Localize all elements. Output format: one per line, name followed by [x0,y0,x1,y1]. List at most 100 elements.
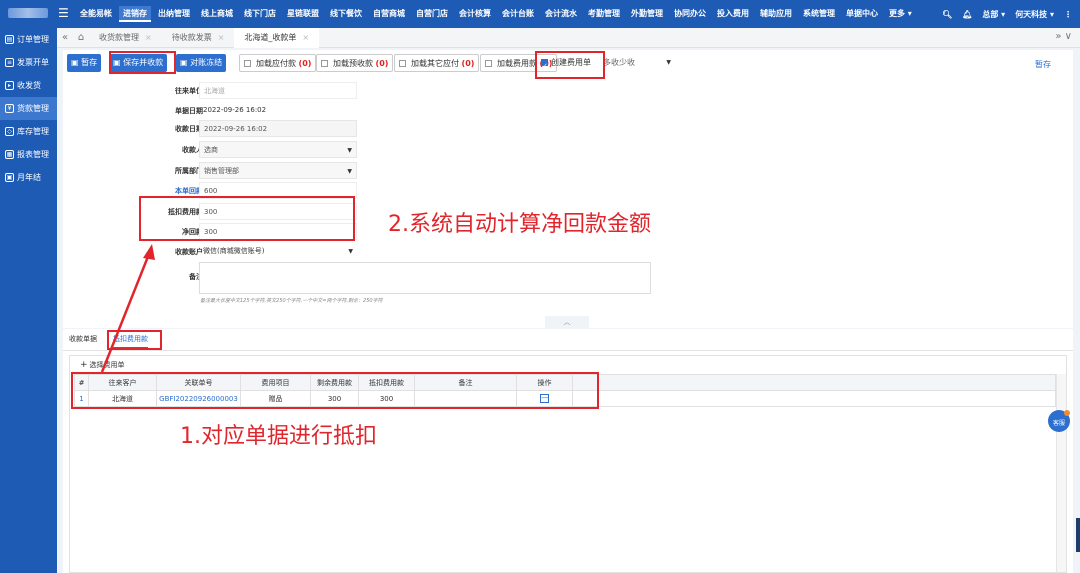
menu-item-19[interactable]: 单据中心 [842,6,882,22]
menu-item-11[interactable]: 会计台账 [498,6,538,22]
load-prepay-button[interactable]: 加载预收款 (0) [316,54,394,72]
report-icon: ▦ [5,150,14,159]
menu-item-3[interactable]: 出纳管理 [154,6,194,22]
tab-receipt-bill[interactable]: 北海道_收款单 × [234,27,320,48]
toolbar: ▣ 暂存 ▣ 保存并收款 ▣ 对账冻结 加载应付款 (0) 加载预收款 (0) … [63,50,1073,76]
page-scrollbar[interactable] [1073,48,1080,573]
remark-textarea[interactable] [199,262,651,294]
search-icon[interactable]: 🔍︎ [942,10,952,19]
menu-item-5[interactable]: 线下门店 [240,6,280,22]
menu-item-6[interactable]: 星链联盟 [283,6,323,22]
tab-receipt-docs[interactable]: 收款单据 [69,334,97,344]
col-item: 费用项目 [240,374,311,391]
tabs-prev-icon[interactable]: « [57,32,73,43]
close-icon[interactable]: × [218,33,225,42]
remark-hint: 备注最大长度中文125个字符,英文250个字符,一个中文=两个字符,剩余：250… [200,298,383,304]
col-remain: 剩余费用款 [310,374,359,391]
partner-field[interactable]: 北海道 [199,82,357,99]
reconcile-button[interactable]: ▣ 对账冻结 [176,54,227,72]
money-icon: ¥ [5,104,14,113]
checkbox-icon [485,60,492,67]
sidebar-item-shipping[interactable]: ▸ 收发货 [0,74,57,97]
menu-item-18[interactable]: 系统管理 [799,6,839,22]
cell-remark[interactable] [414,390,517,407]
more-vert-icon[interactable]: ⋮ [1064,10,1072,19]
menu-item-4[interactable]: 线上商城 [197,6,237,22]
plus-icon: + [80,360,88,370]
annotation-step2: 2.系统自动计算净回款金额 [388,212,651,237]
save-icon: ▣ [113,58,124,67]
menu-item-7[interactable]: 线下餐饮 [326,6,366,22]
save-and-receive-button[interactable]: ▣ 保存并收款 [109,54,168,72]
dept-row: 所属部门 销售管理部 ▼ [63,162,663,180]
grid-scrollbar[interactable] [1056,374,1066,572]
select-expense-link[interactable]: + 选择费用单 [80,360,125,370]
receive-date-field[interactable]: 2022-09-26 16:02 [199,120,357,137]
tab-deduct-expense[interactable]: 抵扣费用款 [113,334,148,349]
load-payable-button[interactable]: 加载应付款 (0) [239,54,317,72]
customer-service-button[interactable]: 客服 [1048,410,1070,432]
menu-item-8[interactable]: 自营商城 [369,6,409,22]
create-expense-checkbox[interactable]: 创建费用单 [537,54,595,75]
this-receive-label: 本单回款 [175,187,203,195]
checkbox-icon [321,60,328,67]
sidebar-item-reports[interactable]: ▦ 报表管理 [0,143,57,166]
collapse-toggle-icon[interactable]: ︿ [545,316,589,328]
menu-item-15[interactable]: 协同办公 [670,6,710,22]
close-icon[interactable]: × [302,33,309,42]
close-icon[interactable]: × [145,33,152,42]
menu-item-16[interactable]: 投入费用 [713,6,753,22]
sidebar-item-invoice[interactable]: ≡ 发票开单 [0,51,57,74]
menu-item-17[interactable]: 辅助应用 [756,6,796,22]
bell-icon[interactable]: 🔔︎ [962,10,972,19]
logo [8,8,48,18]
cell-deduct[interactable]: 300 [358,390,415,407]
menu-item-13[interactable]: 考勤管理 [584,6,624,22]
deduct-label: 抵扣费用款 [168,208,203,216]
deduct-field[interactable]: 300 [199,203,357,220]
save-draft-button[interactable]: ▣ 暂存 [67,54,102,72]
sidebar-item-payments[interactable]: ¥ 货款管理 [0,97,57,120]
bill-date-label: 单据日期 [175,107,203,115]
menu-item-9[interactable]: 自营门店 [412,6,452,22]
sidebar-item-orders[interactable]: ▤ 订单管理 [0,28,57,51]
this-receive-field[interactable]: 600 [199,182,357,199]
menu-item-1[interactable]: 全能易帐 [76,6,116,22]
table-row[interactable]: 1 北海道 GBFI20220926000003 赠品 300 300 — [74,390,1056,407]
load-other-button[interactable]: 加载其它应付 (0) [394,54,480,72]
menu-item-10[interactable]: 会计核算 [455,6,495,22]
col-deduct: 抵扣费用款 [358,374,415,391]
receive-mode-select[interactable]: 多收少收 ▼ [599,54,675,72]
col-remark: 备注 [414,374,517,391]
tab-receipt-mgmt[interactable]: 收货款管理 × [89,28,162,48]
account-select[interactable]: 微信(商城微信账号) ▼ [199,243,357,260]
menu-item-2[interactable]: 进销存 [119,6,151,22]
home-icon[interactable]: ⌂ [73,32,89,43]
receiver-select[interactable]: 选商 ▼ [199,141,357,158]
sidebar: ▤ 订单管理 ≡ 发票开单 ▸ 收发货 ¥ 货款管理 ◇ 库存管理 ▦ 报表管理 ▣ 月年结 [0,28,57,573]
top-nav: ☰ 全能易帐 进销存 出纳管理 线上商城 线下门店 星链联盟 线下餐饮 自营商城… [0,0,1080,28]
sidebar-item-inventory[interactable]: ◇ 库存管理 [0,120,57,143]
menu-icon[interactable]: ☰ [58,6,69,20]
sidebar-item-closing[interactable]: ▣ 月年结 [0,166,57,189]
remove-row-icon[interactable]: — [540,394,549,403]
notification-dot [1064,410,1070,416]
net-field[interactable]: 300 [199,223,357,240]
cell-bill-no[interactable]: GBFI20220926000003 [156,390,241,407]
menu-item-14[interactable]: 外勤管理 [627,6,667,22]
net-label: 净回款 [182,228,203,236]
tab-bar: « ⌂ 收货款管理 × 待收款发票 × 北海道_收款单 × » ∨ [57,27,1080,48]
checkbox-icon [244,60,251,67]
menu-item-more[interactable]: 更多 ▾ [885,6,916,22]
user-menu[interactable]: 总部 ▾ [982,9,1005,20]
company-menu[interactable]: 何天科技 ▾ [1015,9,1054,20]
cell-filler [572,390,1056,407]
tab-pending-invoice[interactable]: 待收款发票 × [162,28,235,48]
draft-link[interactable]: 暂存 [1035,59,1051,70]
invoice-icon: ≡ [5,58,14,67]
tabs-next-icon[interactable]: » ∨ [1055,31,1072,42]
this-receive-row: 本单回款 600 [63,182,663,200]
dept-select[interactable]: 销售管理部 ▼ [199,162,357,179]
menu-item-12[interactable]: 会计流水 [541,6,581,22]
scroll-thumb[interactable] [1076,518,1080,552]
